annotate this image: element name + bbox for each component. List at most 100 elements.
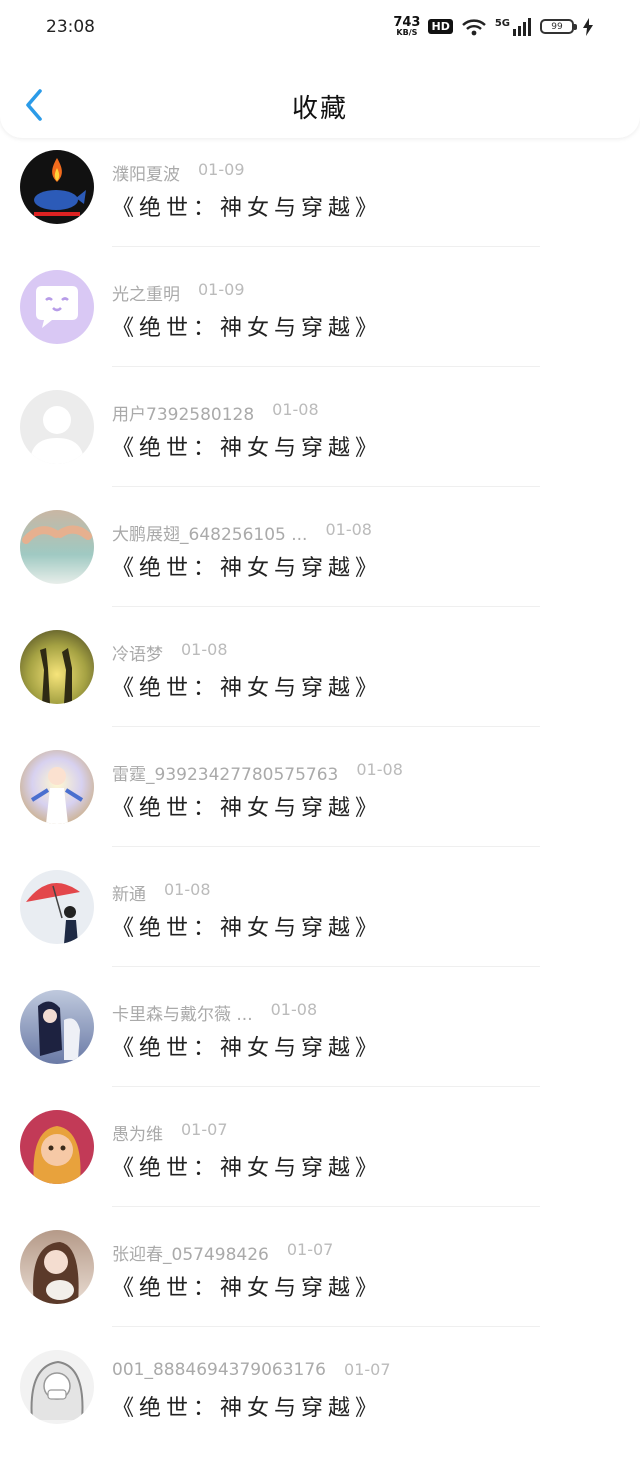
book-title[interactable]: 《绝世：神女与穿越》 xyxy=(112,310,382,342)
item-date: 01-07 xyxy=(344,1360,391,1379)
status-time: 23:08 xyxy=(46,17,95,37)
user-name: 愚为维 xyxy=(112,1125,163,1145)
item-date: 01-08 xyxy=(272,400,319,419)
umbrella-illustration-icon xyxy=(26,883,80,944)
anime-couple-icon xyxy=(38,1001,80,1060)
battery-level: 99 xyxy=(551,21,563,32)
user-name: 雷霆_93923427780575763 xyxy=(112,765,339,785)
item-date: 01-08 xyxy=(356,760,403,779)
network-type: 5G xyxy=(494,17,510,29)
book-title[interactable]: 《绝世：神女与穿越》 xyxy=(112,1270,382,1302)
list-item[interactable]: 大鹏展翅_648256105 ... 01-08 《绝世：神女与穿越》 xyxy=(0,498,640,618)
user-name: 张迎春_057498426 xyxy=(112,1245,269,1265)
status-icons: 743 KB/S HD 5G 99 xyxy=(393,16,594,37)
list-item[interactable]: 濮阳夏波 01-09 《绝世：神女与穿越》 xyxy=(0,138,640,258)
divider xyxy=(112,1086,540,1087)
chat-bubble-icon xyxy=(36,286,78,328)
item-date: 01-08 xyxy=(325,520,372,539)
divider xyxy=(112,246,540,247)
avatar[interactable] xyxy=(20,510,94,584)
header-bar: 23:08 743 KB/S HD 5G 99 收藏 xyxy=(0,0,640,138)
battery-icon: 99 xyxy=(540,19,577,34)
silhouette-photo-icon xyxy=(40,648,72,704)
avatar[interactable] xyxy=(20,870,94,944)
list-item[interactable]: 001_8884694379063176 01-07 《绝世：神女与穿越》 xyxy=(0,1338,640,1458)
item-meta: 雷霆_93923427780575763 01-08 xyxy=(112,760,403,785)
book-title[interactable]: 《绝世：神女与穿越》 xyxy=(112,430,382,462)
book-title[interactable]: 《绝世：神女与穿越》 xyxy=(112,190,382,222)
avatar[interactable] xyxy=(20,270,94,344)
item-meta: 新通 01-08 xyxy=(112,880,211,905)
item-meta: 光之重明 01-09 xyxy=(112,280,245,305)
item-meta: 用户7392580128 01-08 xyxy=(112,400,319,425)
item-date: 01-09 xyxy=(198,280,245,299)
avatar[interactable] xyxy=(20,750,94,824)
avatar[interactable] xyxy=(20,1350,94,1424)
book-title[interactable]: 《绝世：神女与穿越》 xyxy=(112,790,382,822)
default-avatar-icon xyxy=(30,406,84,464)
list-item[interactable]: 光之重明 01-09 《绝世：神女与穿越》 xyxy=(0,258,640,378)
user-name: 新通 xyxy=(112,885,146,905)
net-speed: 743 KB/S xyxy=(393,16,420,37)
user-name: 用户7392580128 xyxy=(112,405,255,425)
avatar[interactable] xyxy=(20,390,94,464)
divider xyxy=(112,606,540,607)
cellular-signal: 5G xyxy=(494,17,532,36)
book-title[interactable]: 《绝世：神女与穿越》 xyxy=(112,910,382,942)
hands-photo-icon xyxy=(22,525,92,544)
item-date: 01-08 xyxy=(164,880,211,899)
signal-bars-icon xyxy=(513,17,531,36)
divider xyxy=(112,726,540,727)
divider xyxy=(112,486,540,487)
list-item[interactable]: 新通 01-08 《绝世：神女与穿越》 xyxy=(0,858,640,978)
list-item[interactable]: 愚为维 01-07 《绝世：神女与穿越》 xyxy=(0,1098,640,1218)
item-meta: 濮阳夏波 01-09 xyxy=(112,160,245,185)
list-item[interactable]: 用户7392580128 01-08 《绝世：神女与穿越》 xyxy=(0,378,640,498)
divider xyxy=(112,846,540,847)
avatar[interactable] xyxy=(20,990,94,1064)
book-title[interactable]: 《绝世：神女与穿越》 xyxy=(112,1030,382,1062)
girl-with-cat-photo-icon xyxy=(33,1242,79,1304)
item-meta: 大鹏展翅_648256105 ... 01-08 xyxy=(112,520,372,545)
page-title: 收藏 xyxy=(291,94,348,124)
flame-whale-icon xyxy=(34,158,86,216)
book-title[interactable]: 《绝世：神女与穿越》 xyxy=(112,1390,382,1422)
book-title[interactable]: 《绝世：神女与穿越》 xyxy=(112,550,382,582)
list-item[interactable]: 张迎春_057498426 01-07 《绝世：神女与穿越》 xyxy=(0,1218,640,1338)
book-title[interactable]: 《绝世：神女与穿越》 xyxy=(112,1150,382,1182)
divider xyxy=(112,1326,540,1327)
user-name: 卡里森与戴尔薇 ... xyxy=(112,1005,253,1025)
list-item[interactable]: 冷语梦 01-08 《绝世：神女与穿越》 xyxy=(0,618,640,738)
item-meta: 愚为维 01-07 xyxy=(112,1120,228,1145)
sketch-girl-icon xyxy=(30,1360,84,1421)
item-date: 01-09 xyxy=(198,160,245,179)
hd-badge: HD xyxy=(428,19,453,34)
avatar[interactable] xyxy=(20,630,94,704)
item-date: 01-08 xyxy=(270,1000,318,1019)
divider xyxy=(112,966,540,967)
item-meta: 冷语梦 01-08 xyxy=(112,640,228,665)
avatar[interactable] xyxy=(20,150,94,224)
item-meta: 001_8884694379063176 01-07 xyxy=(112,1360,391,1380)
user-name: 001_8884694379063176 xyxy=(112,1360,327,1380)
charging-icon xyxy=(583,17,593,36)
user-name: 濮阳夏波 xyxy=(112,165,180,185)
anime-character-icon xyxy=(30,767,84,824)
wifi-icon xyxy=(462,18,486,35)
book-title[interactable]: 《绝世：神女与穿越》 xyxy=(112,670,382,702)
net-speed-unit: KB/S xyxy=(396,28,418,37)
user-name: 大鹏展翅_648256105 ... xyxy=(112,525,308,545)
item-date: 01-08 xyxy=(181,640,228,659)
item-date: 01-07 xyxy=(286,1240,334,1259)
list-item[interactable]: 卡里森与戴尔薇 ... 01-08 《绝世：神女与穿越》 xyxy=(0,978,640,1098)
user-name: 光之重明 xyxy=(112,285,180,305)
divider xyxy=(112,1206,540,1207)
divider xyxy=(112,366,540,367)
item-meta: 张迎春_057498426 01-07 xyxy=(112,1240,333,1265)
list-item[interactable]: 雷霆_93923427780575763 01-08 《绝世：神女与穿越》 xyxy=(0,738,640,858)
item-date: 01-07 xyxy=(181,1120,228,1139)
cartoon-girl-icon xyxy=(33,1126,81,1184)
avatar[interactable] xyxy=(20,1110,94,1184)
item-meta: 卡里森与戴尔薇 ... 01-08 xyxy=(112,1000,317,1025)
avatar[interactable] xyxy=(20,1230,94,1304)
